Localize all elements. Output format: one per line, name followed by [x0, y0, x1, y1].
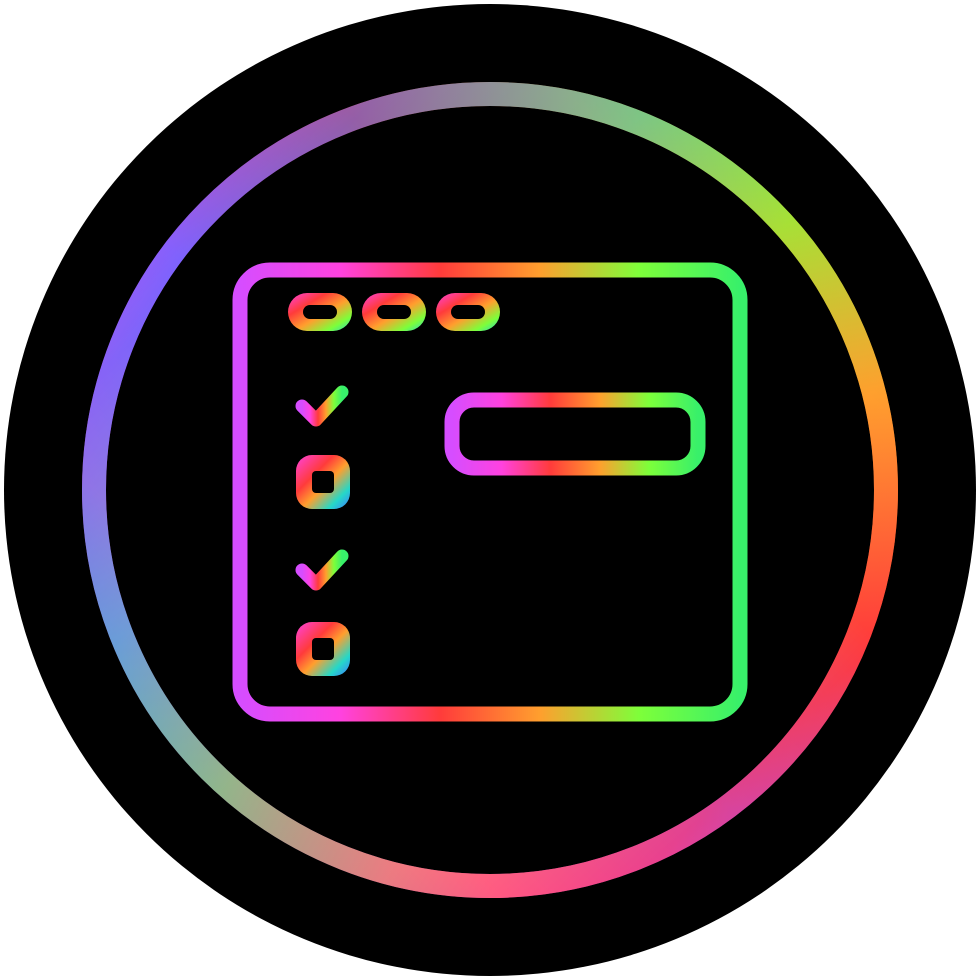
background-circle — [4, 4, 976, 976]
browser-checklist-icon — [4, 4, 976, 976]
window-dots — [288, 293, 500, 331]
icon-canvas — [0, 0, 980, 980]
